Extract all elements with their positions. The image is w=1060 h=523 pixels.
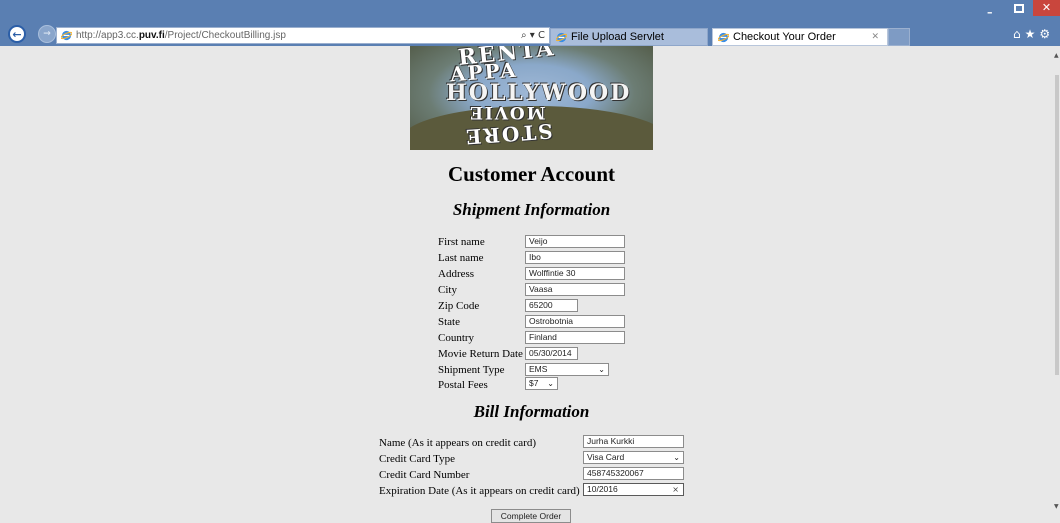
ie-logo-icon: [556, 32, 567, 43]
forward-button[interactable]: →: [38, 25, 56, 43]
city-input[interactable]: Vaasa: [525, 283, 625, 296]
chevron-down-icon: ⌄: [547, 379, 554, 388]
selected-value: Visa Card: [587, 452, 625, 462]
first-name-label: First name: [438, 236, 485, 248]
address-url: http://app3.cc.puv.fi/Project/CheckoutBi…: [76, 30, 286, 41]
cardholder-name-input[interactable]: Jurha Kurkki: [583, 435, 684, 448]
selected-value: $7: [529, 378, 539, 388]
tab-checkout[interactable]: Checkout Your Order ✕: [712, 28, 888, 46]
zip-code-input[interactable]: 65200: [525, 299, 578, 312]
toolbar-home-favorites-settings-icons[interactable]: ⌂★⚙: [1013, 27, 1054, 41]
cardholder-name-label: Name (As it appears on credit card): [379, 437, 536, 449]
state-input[interactable]: Ostrobotnia: [525, 315, 625, 328]
close-window-icon[interactable]: ✕: [1033, 0, 1060, 16]
country-input[interactable]: Finland: [525, 331, 625, 344]
shipment-type-select[interactable]: EMS ⌄: [525, 363, 609, 376]
postal-fees-select[interactable]: $7 ⌄: [525, 377, 558, 390]
chevron-down-icon: ⌄: [598, 365, 605, 374]
return-date-input[interactable]: 05/30/2014: [525, 347, 578, 360]
forward-arrow-icon: →: [43, 29, 51, 39]
zip-code-label: Zip Code: [438, 300, 480, 312]
last-name-input[interactable]: Ibo: [525, 251, 625, 264]
card-type-select[interactable]: Visa Card ⌄: [583, 451, 684, 464]
scroll-down-icon[interactable]: ▼: [1054, 503, 1059, 510]
complete-order-button[interactable]: Complete Order: [491, 509, 571, 523]
scrollbar-thumb[interactable]: [1055, 75, 1059, 375]
address-bar[interactable]: http://app3.cc.puv.fi/Project/CheckoutBi…: [56, 27, 550, 44]
tab-label: Checkout Your Order: [733, 31, 836, 43]
address-input[interactable]: Wolffintie 30: [525, 267, 625, 280]
input-value: 10/2016: [587, 484, 618, 494]
state-label: State: [438, 316, 460, 328]
tab-file-upload[interactable]: File Upload Servlet: [550, 28, 708, 46]
city-label: City: [438, 284, 457, 296]
tab-close-icon[interactable]: ✕: [871, 29, 879, 46]
return-date-label: Movie Return Date: [438, 348, 523, 360]
ie-logo-icon: [61, 30, 72, 41]
last-name-label: Last name: [438, 252, 484, 264]
postal-fees-label: Postal Fees: [438, 379, 488, 391]
card-number-label: Credit Card Number: [379, 469, 470, 481]
shipment-section-title: Shipment Information: [452, 200, 611, 219]
browser-chrome: ← → http://app3.cc.puv.fi/Project/Checko…: [0, 0, 1060, 46]
page-title: Customer Account: [447, 162, 615, 186]
maximize-icon[interactable]: [1014, 4, 1024, 13]
card-number-input[interactable]: 458745320067: [583, 467, 684, 480]
clear-input-icon[interactable]: ×: [672, 484, 679, 495]
back-button[interactable]: ←: [8, 25, 26, 43]
card-type-label: Credit Card Type: [379, 453, 456, 465]
country-label: Country: [438, 332, 475, 344]
chevron-down-icon: ⌄: [673, 453, 680, 462]
first-name-input[interactable]: Veijo: [525, 235, 625, 248]
store-banner-logo: RENTA APPA HOLLYWOOD MOVIE STORE: [410, 46, 653, 150]
bill-section-title: Bill Information: [473, 402, 590, 421]
expiration-date-input[interactable]: 10/2016 ×: [583, 483, 684, 496]
selected-value: EMS: [529, 364, 548, 374]
shipment-type-label: Shipment Type: [438, 364, 505, 376]
new-tab-button[interactable]: [888, 28, 910, 46]
minimize-icon[interactable]: –: [987, 6, 993, 19]
ie-logo-icon: [718, 32, 729, 43]
back-arrow-icon: ←: [12, 27, 22, 41]
scroll-up-icon[interactable]: ▲: [1054, 52, 1059, 59]
address-label: Address: [438, 268, 475, 280]
expiration-date-label: Expiration Date (As it appears on credit…: [379, 485, 580, 497]
address-tools[interactable]: ⌕ ▾ C: [521, 28, 545, 43]
tab-label: File Upload Servlet: [571, 31, 664, 43]
banner-word: MOVIE: [468, 102, 546, 122]
